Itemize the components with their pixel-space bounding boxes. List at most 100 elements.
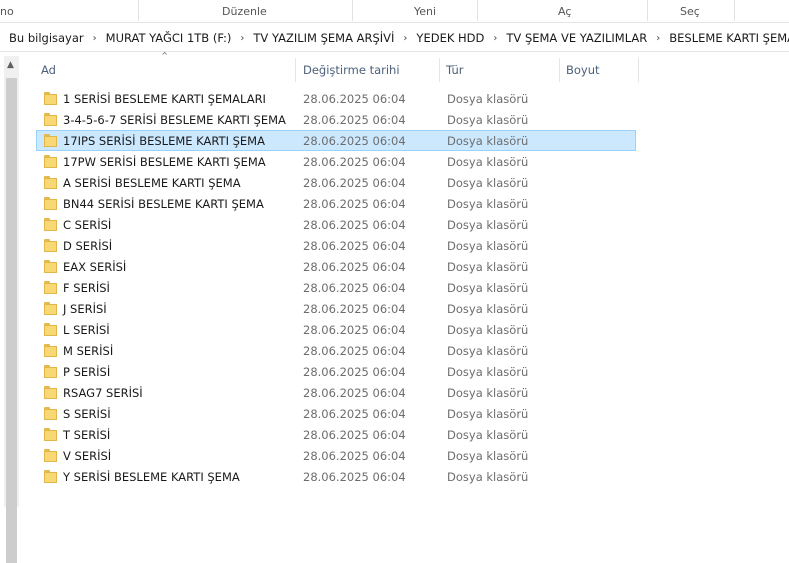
file-modified-date: 28.06.2025 06:04 (303, 92, 406, 106)
folder-icon (44, 218, 57, 231)
file-row[interactable]: 17PW SERİSİ BESLEME KARTI ŞEMA 28.06.2025… (36, 151, 636, 172)
file-modified-date: 28.06.2025 06:04 (303, 428, 406, 442)
folder-icon (44, 365, 57, 378)
file-type: Dosya klasörü (447, 113, 529, 127)
scrollbar-thumb[interactable] (6, 78, 17, 563)
file-name: 3-4-5-6-7 SERİSİ BESLEME KARTI ŞEMA (63, 113, 286, 127)
folder-icon (44, 239, 57, 252)
file-modified-date: 28.06.2025 06:04 (303, 323, 406, 337)
column-divider[interactable] (638, 58, 639, 82)
file-name: J SERİSİ (63, 302, 107, 316)
file-row[interactable]: S SERİSİ 28.06.2025 06:04 Dosya klasörü (36, 403, 636, 424)
ribbon-group-label-open: Aç (558, 5, 572, 18)
ribbon-group-label-select: Seç (680, 5, 700, 18)
file-type: Dosya klasörü (447, 428, 529, 442)
column-divider[interactable] (439, 58, 440, 82)
scroll-up-arrow-icon[interactable]: ▲ (7, 60, 14, 70)
chevron-right-icon[interactable]: › (236, 33, 248, 44)
file-row[interactable]: 3-4-5-6-7 SERİSİ BESLEME KARTI ŞEMA 28.06… (36, 109, 636, 130)
file-name: A SERİSİ BESLEME KARTI ŞEMA (63, 176, 241, 190)
file-row[interactable]: J SERİSİ 28.06.2025 06:04 Dosya klasörü (36, 298, 636, 319)
folder-icon (44, 323, 57, 336)
column-header-modified[interactable]: Değiştirme tarihi (303, 56, 400, 84)
file-row[interactable]: V SERİSİ 28.06.2025 06:04 Dosya klasörü (36, 445, 636, 466)
file-modified-date: 28.06.2025 06:04 (303, 134, 406, 148)
file-modified-date: 28.06.2025 06:04 (303, 281, 406, 295)
file-name: RSAG7 SERİSİ (63, 386, 143, 400)
file-modified-date: 28.06.2025 06:04 (303, 386, 406, 400)
chevron-right-icon[interactable]: › (652, 33, 664, 44)
folder-icon (44, 260, 57, 273)
column-header-type[interactable]: Tür (446, 56, 463, 84)
file-name: 17PW SERİSİ BESLEME KARTI ŞEMA (63, 155, 266, 169)
file-row[interactable]: C SERİSİ 28.06.2025 06:04 Dosya klasörü (36, 214, 636, 235)
breadcrumb-this-pc[interactable]: Bu bilgisayar (4, 31, 89, 45)
file-type: Dosya klasörü (447, 365, 529, 379)
file-row[interactable]: F SERİSİ 28.06.2025 06:04 Dosya klasörü (36, 277, 636, 298)
file-row[interactable]: 1 SERİSİ BESLEME KARTI ŞEMALARI 28.06.202… (36, 88, 636, 109)
chevron-right-icon[interactable]: › (89, 33, 101, 44)
file-modified-date: 28.06.2025 06:04 (303, 239, 406, 253)
address-bar[interactable]: Bu bilgisayar › MURAT YAĞCI 1TB (F:) › T… (0, 25, 789, 52)
folder-icon (44, 113, 57, 126)
file-name: C SERİSİ (63, 218, 112, 232)
file-type: Dosya klasörü (447, 155, 529, 169)
file-modified-date: 28.06.2025 06:04 (303, 260, 406, 274)
ribbon-divider (138, 0, 139, 21)
ribbon-divider (477, 0, 478, 21)
file-name: M SERİSİ (63, 344, 114, 358)
file-row[interactable]: M SERİSİ 28.06.2025 06:04 Dosya klasörü (36, 340, 636, 361)
folder-icon (44, 407, 57, 420)
file-type: Dosya klasörü (447, 176, 529, 190)
file-row[interactable]: D SERİSİ 28.06.2025 06:04 Dosya klasörü (36, 235, 636, 256)
file-type: Dosya klasörü (447, 197, 529, 211)
folder-icon (44, 302, 57, 315)
column-header-name[interactable]: Ad (41, 56, 56, 84)
ribbon-group-label-new: Yeni (414, 5, 437, 18)
column-divider[interactable] (559, 58, 560, 82)
ribbon-divider (647, 0, 648, 21)
ribbon-group-label-edit: Düzenle (222, 5, 267, 18)
file-modified-date: 28.06.2025 06:04 (303, 218, 406, 232)
breadcrumb-drive[interactable]: MURAT YAĞCI 1TB (F:) (101, 31, 237, 45)
ribbon-divider (734, 0, 735, 21)
column-headers: ⌃ Ad Değiştirme tarihi Tür Boyut (20, 50, 789, 84)
file-row[interactable]: L SERİSİ 28.06.2025 06:04 Dosya klasörü (36, 319, 636, 340)
column-header-size[interactable]: Boyut (566, 56, 600, 84)
folder-icon (44, 176, 57, 189)
breadcrumb-backup-hdd[interactable]: YEDEK HDD (411, 31, 489, 45)
chevron-right-icon[interactable]: › (399, 33, 411, 44)
file-row[interactable]: RSAG7 SERİSİ 28.06.2025 06:04 Dosya klasör… (36, 382, 636, 403)
file-row[interactable]: P SERİSİ 28.06.2025 06:04 Dosya klasörü (36, 361, 636, 382)
ribbon-group-label-organize: no (0, 5, 14, 18)
ribbon-divider (352, 0, 353, 21)
file-name: F SERİSİ (63, 281, 110, 295)
file-name: S SERİSİ (63, 407, 111, 421)
file-row[interactable]: T SERİSİ 28.06.2025 06:04 Dosya klasörü (36, 424, 636, 445)
file-modified-date: 28.06.2025 06:04 (303, 344, 406, 358)
file-modified-date: 28.06.2025 06:04 (303, 470, 406, 484)
file-type: Dosya klasörü (447, 92, 529, 106)
file-type: Dosya klasörü (447, 449, 529, 463)
file-row[interactable]: Y SERİSİ BESLEME KARTI ŞEMA 28.06.2025 06… (36, 466, 636, 487)
file-row[interactable]: BN44 SERİSİ BESLEME KARTI ŞEMA 28.06.2025… (36, 193, 636, 214)
file-type: Dosya klasörü (447, 134, 529, 148)
file-row[interactable]: 17IPS SERİSİ BESLEME KARTI ŞEMA 28.06.202… (36, 130, 636, 151)
sort-ascending-icon: ⌃ (160, 50, 170, 63)
column-divider[interactable] (295, 58, 296, 82)
file-name: D SERİSİ (63, 239, 113, 253)
file-modified-date: 28.06.2025 06:04 (303, 302, 406, 316)
chevron-right-icon[interactable]: › (489, 33, 501, 44)
folder-icon (44, 386, 57, 399)
ribbon-group-labels: no Düzenle Yeni Aç Seç (0, 0, 789, 23)
folder-icon (44, 428, 57, 441)
breadcrumb-tv-schemas[interactable]: TV ŞEMA VE YAZILIMLAR (501, 31, 652, 45)
file-name: T SERİSİ (63, 428, 111, 442)
file-row[interactable]: EAX SERİSİ 28.06.2025 06:04 Dosya klasörü (36, 256, 636, 277)
nav-pane-scrollbar[interactable]: ▲ (4, 56, 19, 563)
breadcrumb-power-board-schemas[interactable]: BESLEME KARTI ŞEMALARI (664, 31, 789, 45)
file-row[interactable]: A SERİSİ BESLEME KARTI ŞEMA 28.06.2025 06… (36, 172, 636, 193)
file-type: Dosya klasörü (447, 302, 529, 316)
breadcrumb-archive[interactable]: TV YAZILIM ŞEMA ARŞİVİ (248, 31, 399, 45)
file-name: 17IPS SERİSİ BESLEME KARTI ŞEMA (63, 134, 265, 148)
